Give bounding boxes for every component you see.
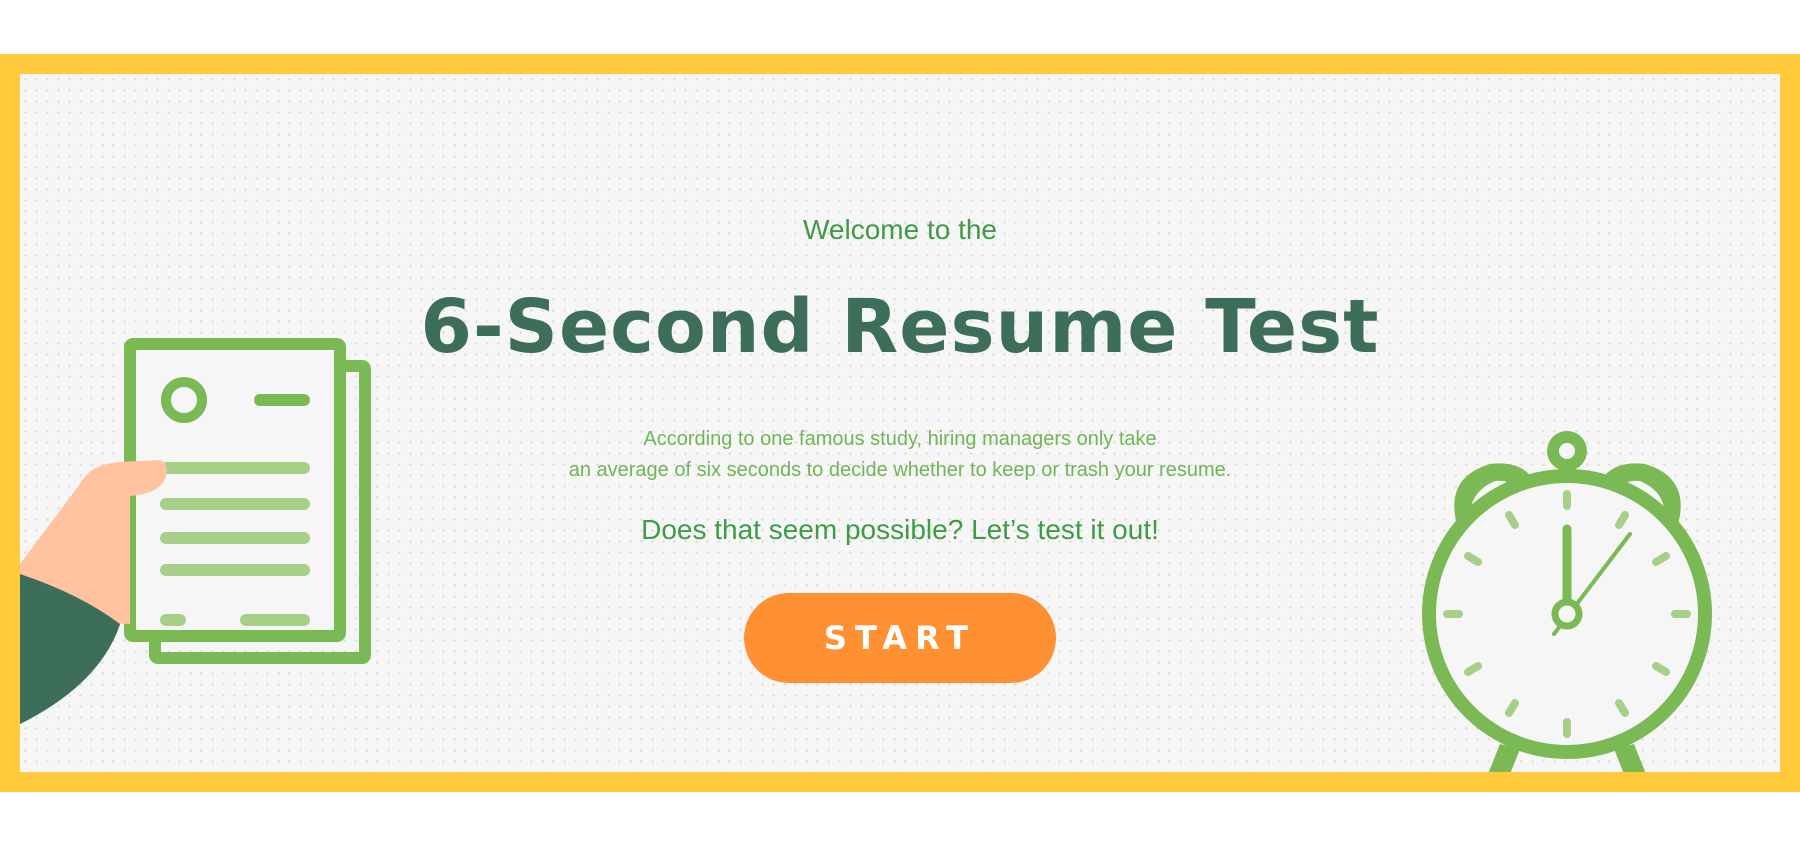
start-button[interactable]: START: [744, 593, 1056, 683]
hero-panel: Welcome to the 6-Second Resume Test Acco…: [20, 74, 1780, 772]
page-frame: Welcome to the 6-Second Resume Test Acco…: [0, 54, 1800, 792]
question-text: Does that seem possible? Let’s test it o…: [641, 514, 1159, 545]
page-title: 6-Second Resume Test: [420, 284, 1380, 370]
description: According to one famous study, hiring ma…: [20, 424, 1780, 486]
description-line-1: According to one famous study, hiring ma…: [643, 428, 1157, 450]
welcome-text: Welcome to the: [802, 214, 998, 245]
description-line-2: an average of six seconds to decide whet…: [568, 459, 1232, 481]
